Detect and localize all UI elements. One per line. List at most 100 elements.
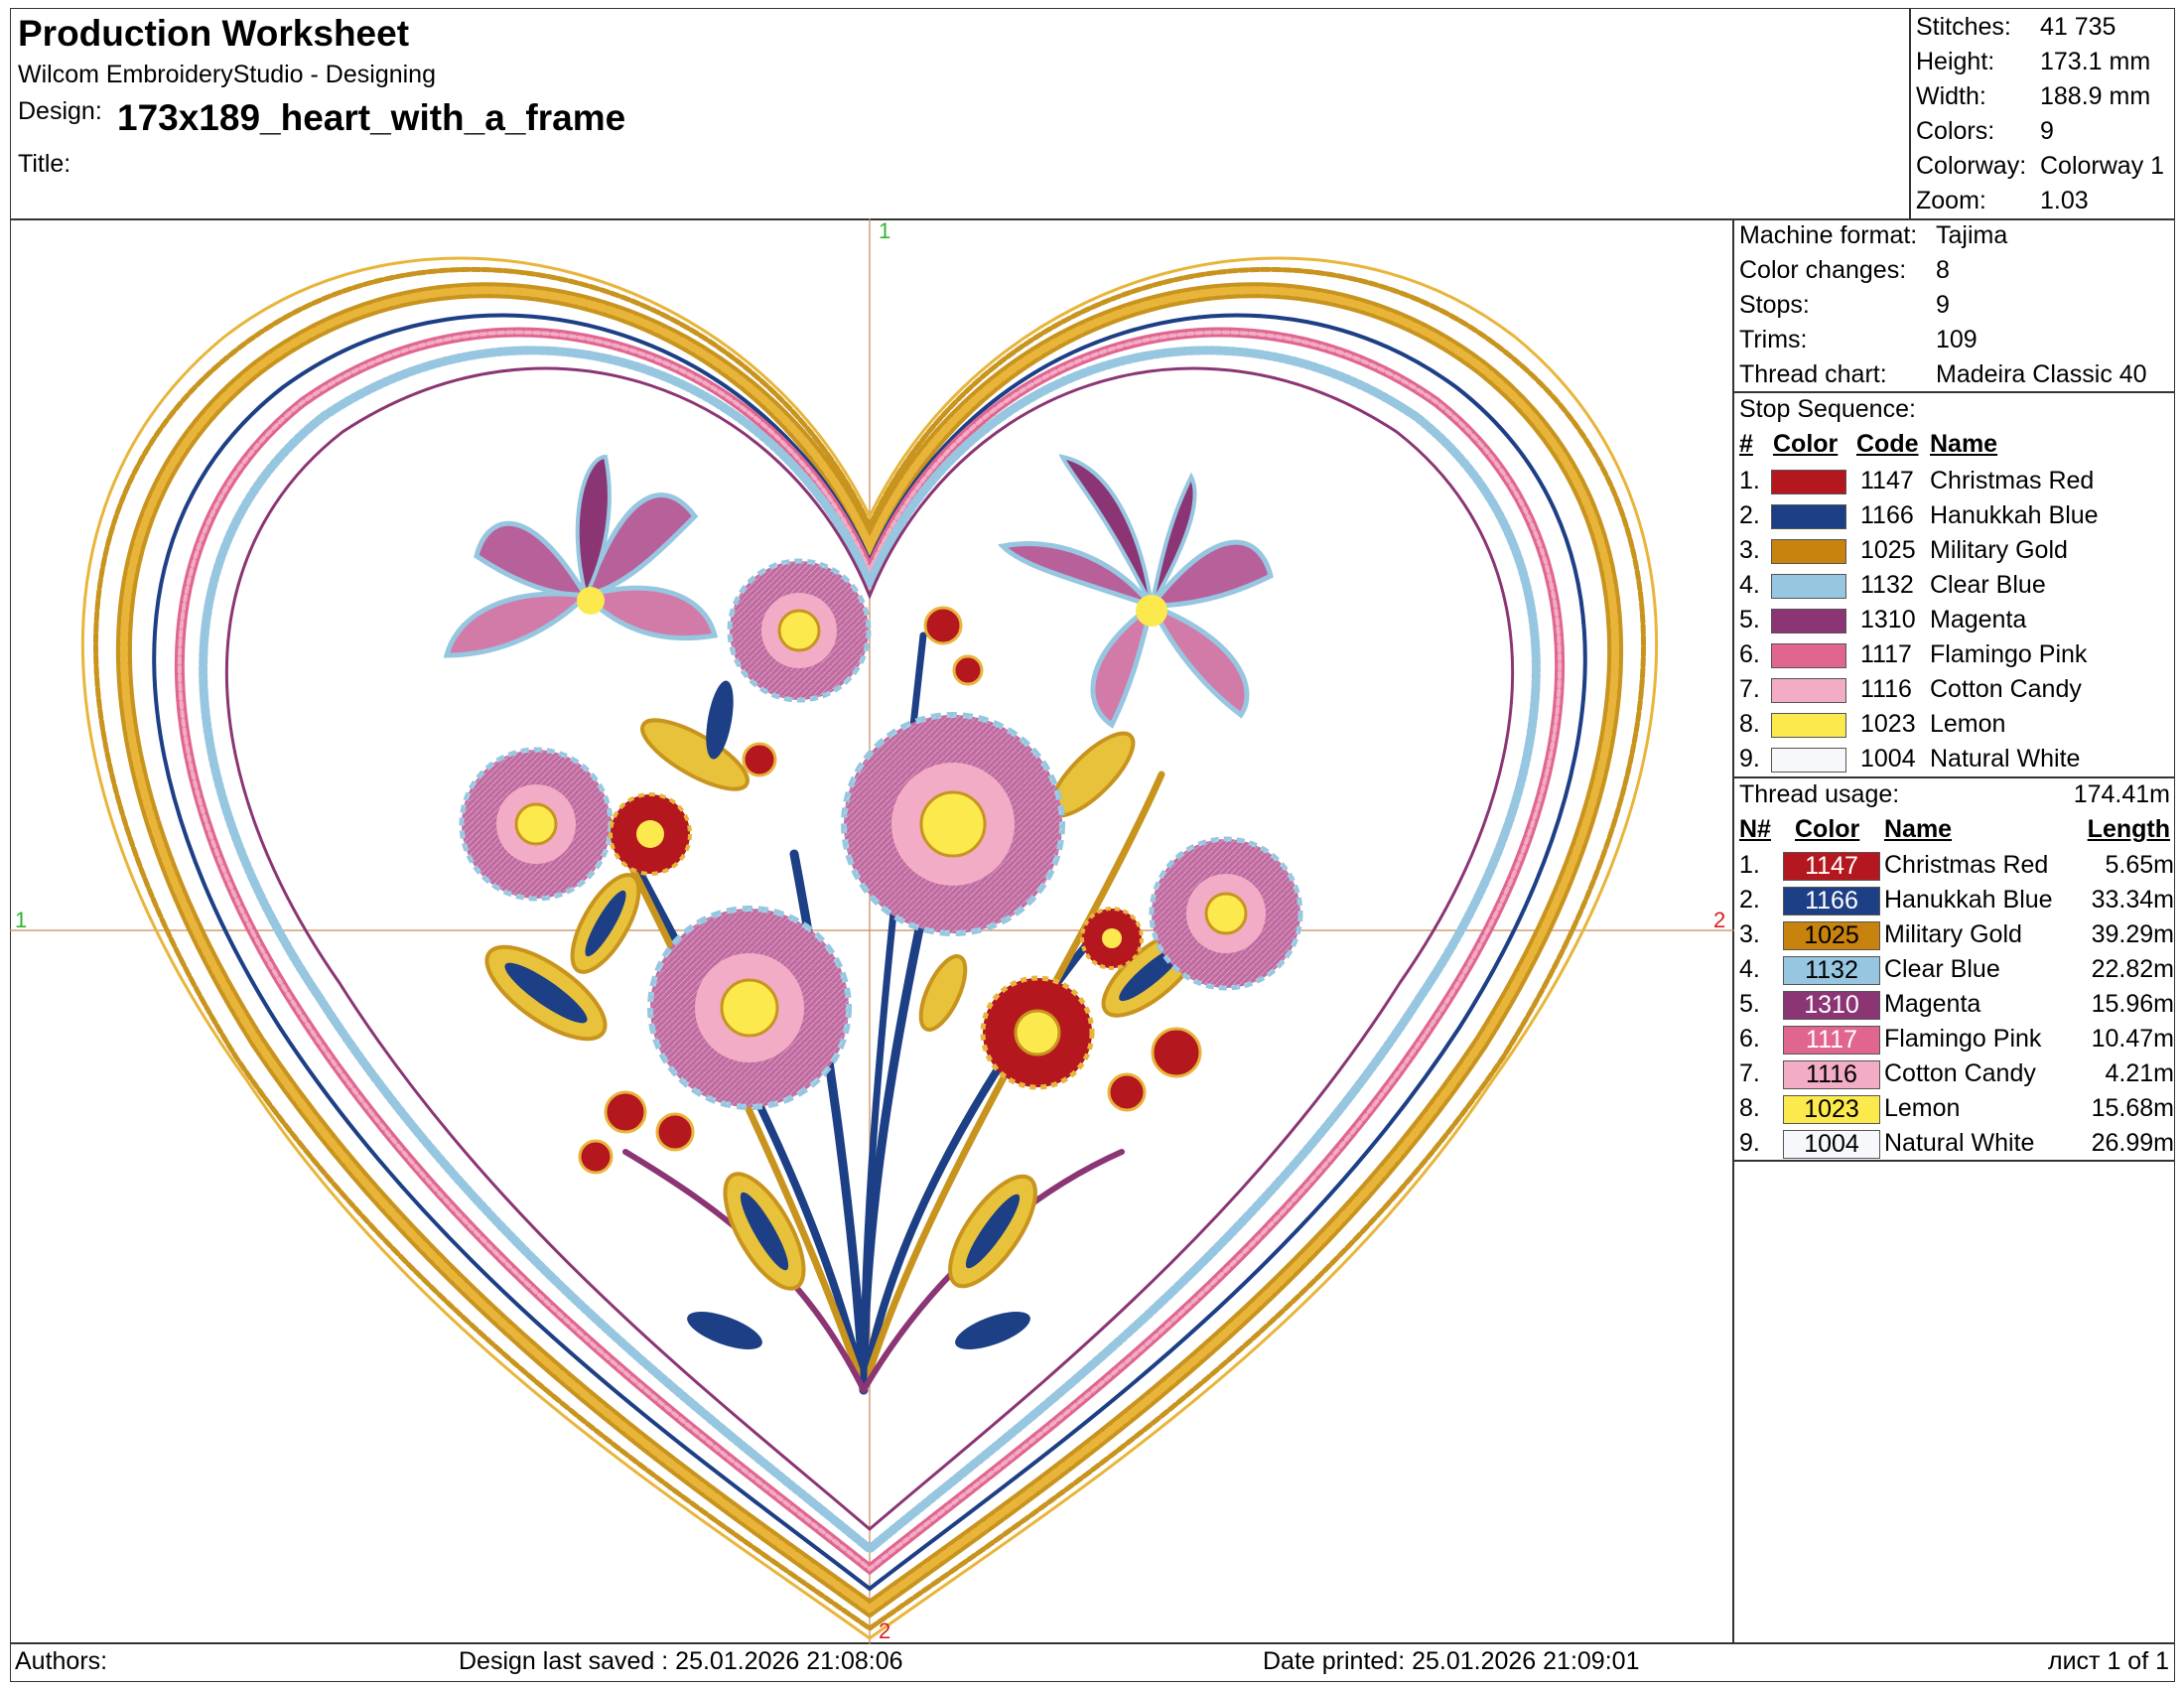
stat-value: 9: [2040, 117, 2054, 145]
thread-name: Military Gold: [1884, 920, 2022, 948]
stat-label: Stitches:: [1916, 13, 2011, 41]
thread-name: Flamingo Pink: [1930, 640, 2088, 668]
machine-label: Thread chart:: [1739, 360, 1887, 388]
stop-sequence-row: 6. 1117 Flamingo Pink: [1731, 638, 2178, 673]
daisy-right: [1149, 836, 1303, 991]
stop-col-color: Color: [1773, 430, 1839, 458]
design-label: Design:: [18, 97, 102, 125]
thread-code: 1004: [1860, 745, 1916, 773]
stop-index: 5.: [1739, 606, 1760, 633]
daisy-lower-left: [647, 906, 852, 1110]
thread-name: Christmas Red: [1884, 851, 2049, 879]
thread-name: Natural White: [1884, 1129, 2035, 1157]
thread-name: Cotton Candy: [1930, 675, 2082, 703]
stat-label: Zoom:: [1916, 187, 1986, 214]
thread-usage-row: 8. 1023 Lemon 15.68m: [1731, 1092, 2178, 1127]
thread-color-swatch: [1771, 539, 1846, 564]
usage-index: 9.: [1739, 1129, 1760, 1157]
thread-name: Lemon: [1930, 710, 2006, 738]
thread-code-swatch: 1147: [1783, 852, 1880, 881]
thread-usage-row: 5. 1310 Magenta 15.96m: [1731, 988, 2178, 1023]
daisy-large-center: [841, 712, 1065, 936]
stat-value: 173.1 mm: [2040, 48, 2151, 75]
design-preview: 1 1 2 2: [10, 218, 1734, 1644]
guide-marker-bottom: 2: [879, 1618, 890, 1643]
usage-index: 5.: [1739, 990, 1760, 1018]
thread-code-swatch: 1004: [1783, 1130, 1880, 1159]
usage-index: 4.: [1739, 955, 1760, 983]
thread-code: 1117: [1860, 640, 1912, 668]
thread-color-swatch: [1771, 574, 1846, 599]
footer-panel: [10, 1642, 2175, 1682]
machine-label: Color changes:: [1739, 256, 1907, 284]
thread-color-swatch: [1771, 713, 1846, 738]
page-title: Production Worksheet: [18, 13, 410, 54]
stat-label: Colorway:: [1916, 152, 2027, 180]
daisy-left: [459, 747, 614, 902]
stop-col-code: Code: [1856, 430, 1919, 458]
thread-color-swatch: [1771, 643, 1846, 668]
thread-code: 1147: [1860, 467, 1914, 494]
usage-index: 2.: [1739, 886, 1760, 914]
machine-value: Tajima: [1936, 221, 2008, 249]
thread-code-swatch: 1025: [1783, 921, 1880, 950]
thread-code: 1023: [1860, 710, 1916, 738]
thread-name: Clear Blue: [1930, 571, 2046, 599]
usage-index: 1.: [1739, 851, 1760, 879]
thread-name: Military Gold: [1930, 536, 2068, 564]
thread-usage-row: 6. 1117 Flamingo Pink 10.47m: [1731, 1023, 2178, 1057]
thread-color-swatch: [1771, 504, 1846, 529]
thread-code: 1132: [1860, 571, 1914, 599]
usage-index: 8.: [1739, 1094, 1760, 1122]
stop-index: 7.: [1739, 675, 1760, 703]
stop-sequence-row: 8. 1023 Lemon: [1731, 708, 2178, 743]
stop-col-name: Name: [1930, 430, 1998, 458]
thread-code-swatch: 1117: [1783, 1026, 1880, 1055]
thread-length: 5.65m: [2105, 851, 2174, 879]
stop-index: 3.: [1739, 536, 1760, 564]
stop-sequence-row: 4. 1132 Clear Blue: [1731, 569, 2178, 604]
stat-label: Width:: [1916, 82, 1986, 110]
stat-value: 41 735: [2040, 13, 2116, 41]
usage-col-color: Color: [1795, 815, 1860, 843]
stat-label: Colors:: [1916, 117, 1995, 145]
stop-sequence-row: 9. 1004 Natural White: [1731, 743, 2178, 777]
thread-length: 15.96m: [2091, 990, 2174, 1018]
stop-sequence-row: 2. 1166 Hanukkah Blue: [1731, 499, 2178, 534]
thread-code-swatch: 1166: [1783, 887, 1880, 915]
usage-col-name: Name: [1884, 815, 1953, 843]
usage-index: 3.: [1739, 920, 1760, 948]
thread-name: Cotton Candy: [1884, 1059, 2036, 1087]
usage-col-num: N#: [1739, 815, 1771, 843]
thread-color-swatch: [1771, 678, 1846, 703]
stop-sequence-title: Stop Sequence:: [1739, 395, 1916, 423]
thread-color-swatch: [1771, 748, 1846, 773]
thread-code: 1116: [1860, 675, 1912, 703]
thread-usage-row: 7. 1116 Cotton Candy 4.21m: [1731, 1057, 2178, 1092]
machine-value: 8: [1936, 256, 1950, 284]
thread-usage-total: 174.41m: [2073, 780, 2170, 808]
thread-name: Lemon: [1884, 1094, 1961, 1122]
stop-sequence-row: 7. 1116 Cotton Candy: [1731, 673, 2178, 708]
thread-code-swatch: 1132: [1783, 956, 1880, 985]
thread-length: 4.21m: [2105, 1059, 2174, 1087]
thread-usage-row: 2. 1166 Hanukkah Blue 33.34m: [1731, 884, 2178, 918]
stop-col-num: #: [1739, 430, 1753, 458]
thread-code: 1025: [1860, 536, 1916, 564]
guide-marker-top: 1: [879, 218, 890, 243]
stop-sequence-row: 5. 1310 Magenta: [1731, 604, 2178, 638]
guide-marker-left: 1: [15, 908, 27, 932]
thread-name: Hanukkah Blue: [1884, 886, 2053, 914]
stop-index: 9.: [1739, 745, 1760, 773]
machine-value: 109: [1936, 326, 1978, 353]
title-label: Title:: [18, 150, 71, 178]
thread-code-swatch: 1310: [1783, 991, 1880, 1020]
thread-code-swatch: 1023: [1783, 1095, 1880, 1124]
stat-value: 1.03: [2040, 187, 2089, 214]
daisy-top-middle: [727, 558, 872, 703]
usage-index: 6.: [1739, 1025, 1760, 1053]
divider: [1732, 391, 2175, 393]
stat-value: Colorway 1: [2040, 152, 2165, 180]
stop-sequence-row: 3. 1025 Military Gold: [1731, 534, 2178, 569]
stat-label: Height:: [1916, 48, 1995, 75]
